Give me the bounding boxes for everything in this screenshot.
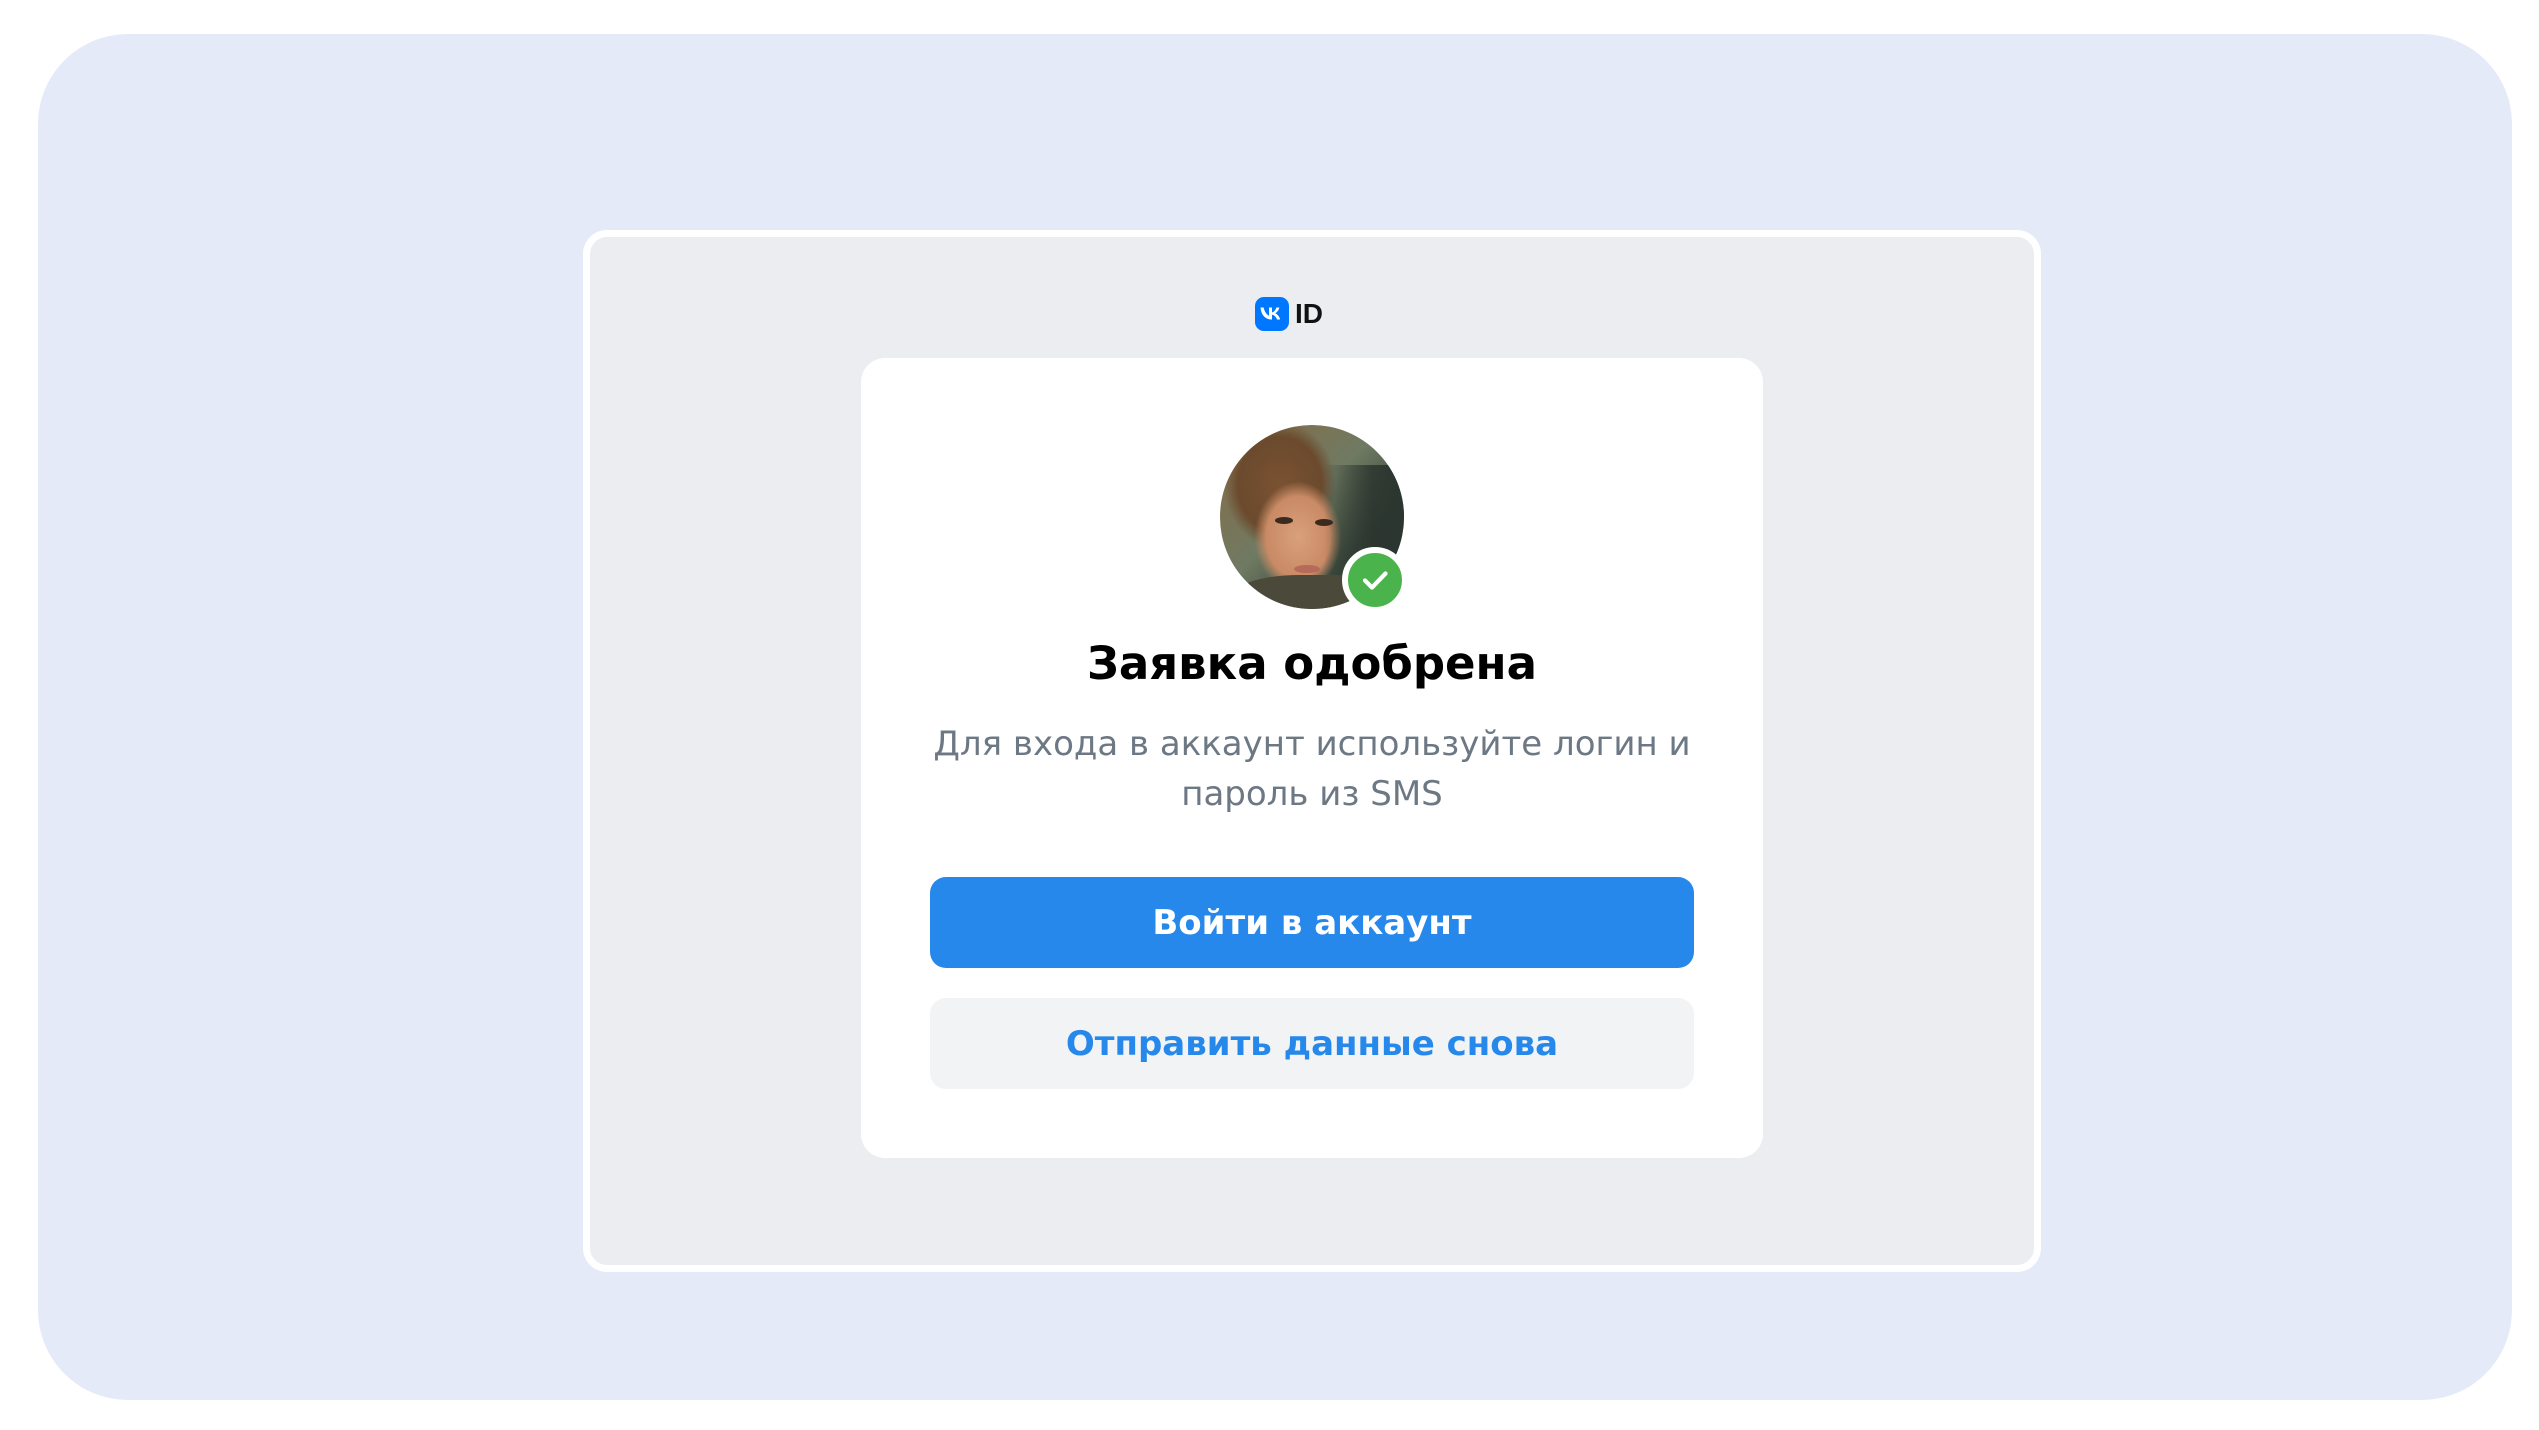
resend-data-button[interactable]: Отправить данные снова: [930, 998, 1694, 1089]
page-title: Заявка одобрена: [1086, 637, 1538, 690]
vk-logo-icon: [1255, 297, 1289, 331]
checkmark-icon: [1362, 571, 1388, 590]
avatar-container: [1220, 425, 1408, 613]
app-window: ID Заявка одобрена Для входа в аккаунт и…: [583, 230, 2041, 1272]
instruction-text: Для входа в аккаунт используйте логин и …: [933, 724, 1691, 814]
approval-card: Заявка одобрена Для входа в аккаунт испо…: [861, 358, 1763, 1158]
login-button[interactable]: Войти в аккаунт: [930, 877, 1694, 968]
vk-id-logo: ID: [1255, 297, 1323, 331]
avatar-eye-right: [1315, 519, 1333, 526]
logo-id-text: ID: [1295, 298, 1323, 329]
check-badge: [1342, 547, 1408, 613]
page-backdrop: ID Заявка одобрена Для входа в аккаунт и…: [38, 34, 2512, 1400]
avatar-lips: [1294, 565, 1320, 573]
avatar-eye-left: [1275, 517, 1293, 524]
